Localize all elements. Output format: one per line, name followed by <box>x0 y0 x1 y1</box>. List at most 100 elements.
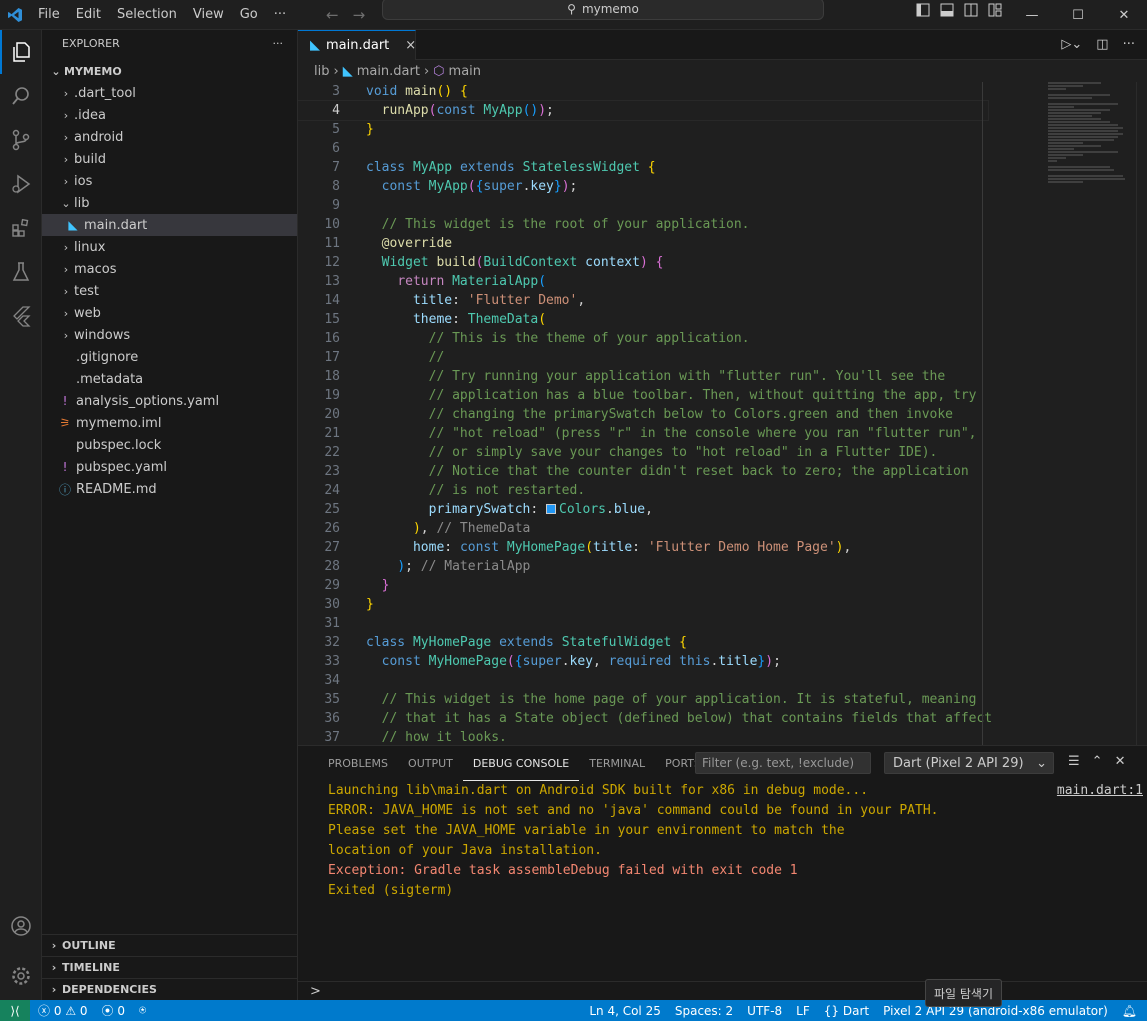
remote-icon[interactable]: ⟩⟨ <box>0 1000 30 1021</box>
folder-item[interactable]: › ios <box>42 170 297 192</box>
minimap[interactable] <box>1048 82 1136 322</box>
file-item[interactable]: ◣ main.dart <box>42 214 297 236</box>
folder-item[interactable]: › android <box>42 126 297 148</box>
source-link[interactable]: main.dart:1 <box>1057 783 1143 798</box>
close-window-icon[interactable]: ✕ <box>1101 0 1147 30</box>
maximize-icon[interactable]: ☐ <box>1055 0 1101 30</box>
folder-item[interactable]: › build <box>42 148 297 170</box>
debug-session-select[interactable]: Dart (Pixel 2 API 29) ⌄ <box>884 752 1054 774</box>
tab-problems[interactable]: PROBLEMS <box>318 746 398 781</box>
window-controls: — ☐ ✕ <box>1009 0 1147 30</box>
flutter-icon[interactable] <box>0 294 42 338</box>
folder-item[interactable]: › .dart_tool <box>42 82 297 104</box>
code-text: // This widget is the home page of your … <box>381 692 977 707</box>
dependencies-label: DEPENDENCIES <box>62 983 157 996</box>
explorer-icon[interactable] <box>0 30 42 74</box>
menu-view[interactable]: View <box>185 0 232 30</box>
file-item[interactable]: ! analysis_options.yaml <box>42 390 297 412</box>
folder-item[interactable]: › web <box>42 302 297 324</box>
forward-arrow-icon[interactable]: → <box>353 6 366 24</box>
toggle-panel-icon[interactable] <box>940 3 954 17</box>
command-center[interactable]: ⚲ mymemo <box>382 0 824 20</box>
console-filter-input[interactable]: Filter (e.g. text, !exclude) <box>695 752 871 774</box>
minimap-line <box>1048 148 1075 150</box>
file-item[interactable]: ! pubspec.yaml <box>42 456 297 478</box>
file-item[interactable]: pubspec.lock <box>42 434 297 456</box>
outline-section[interactable]: › OUTLINE <box>42 934 298 956</box>
ports-status[interactable]: ⦿ 0 <box>102 1002 125 1019</box>
folder-item[interactable]: › macos <box>42 258 297 280</box>
folder-item[interactable]: › .idea <box>42 104 297 126</box>
file-item[interactable]: ⚞ mymemo.iml <box>42 412 297 434</box>
console-line: Launching lib\main.dart on Android SDK b… <box>328 783 869 798</box>
search-view-icon[interactable] <box>0 74 42 118</box>
file-item[interactable]: .gitignore <box>42 346 297 368</box>
source-control-icon[interactable] <box>0 118 42 162</box>
extensions-icon[interactable] <box>0 206 42 250</box>
line-number: 22 <box>324 445 340 460</box>
breadcrumb-lib[interactable]: lib <box>314 64 329 79</box>
folder-item[interactable]: ⌄ lib <box>42 192 297 214</box>
toggle-sidebar-icon[interactable] <box>916 3 930 17</box>
code-text: title: 'Flutter Demo', <box>412 293 586 308</box>
cursor-position[interactable]: Ln 4, Col 25 <box>589 1004 661 1018</box>
toggle-secondary-sidebar-icon[interactable] <box>964 3 978 17</box>
tab-output[interactable]: OUTPUT <box>398 746 463 781</box>
menu-selection[interactable]: Selection <box>109 0 185 30</box>
code-line: 14 title: 'Flutter Demo', <box>298 291 988 310</box>
minimize-icon[interactable]: — <box>1009 0 1055 30</box>
tab-main-dart[interactable]: ◣ main.dart × <box>298 30 416 60</box>
clear-console-icon[interactable]: ☰ <box>1068 754 1080 769</box>
timeline-label: TIMELINE <box>62 961 120 974</box>
more-actions-icon[interactable]: ··· <box>1123 37 1135 52</box>
breadcrumb-file[interactable]: main.dart <box>357 64 420 79</box>
end-of-line[interactable]: LF <box>796 1004 810 1018</box>
editor-scrollbar[interactable] <box>1136 82 1147 745</box>
menu-more[interactable]: ··· <box>266 0 294 30</box>
tab-terminal[interactable]: TERMINAL <box>579 746 655 781</box>
code-text: // This is the theme of your application… <box>428 331 750 346</box>
file-item[interactable]: ⓘ README.md <box>42 478 297 500</box>
split-editor-icon[interactable]: ◫ <box>1096 37 1108 52</box>
testing-icon[interactable] <box>0 250 42 294</box>
folder-item[interactable]: › windows <box>42 324 297 346</box>
code-line: 18 // Try running your application with … <box>298 367 988 386</box>
breadcrumb-symbol[interactable]: main <box>449 64 481 79</box>
accounts-icon[interactable] <box>0 904 42 948</box>
method-icon: ⬡ <box>433 63 445 79</box>
customize-layout-icon[interactable] <box>988 3 1002 17</box>
close-panel-icon[interactable]: ✕ <box>1115 754 1126 769</box>
dependencies-section[interactable]: › DEPENDENCIES <box>42 978 298 1000</box>
notifications-icon[interactable]: 🔔︎ <box>1122 1004 1137 1018</box>
back-arrow-icon[interactable]: ← <box>326 6 339 24</box>
menu-file[interactable]: File <box>30 0 68 30</box>
tree-item-label: .dart_tool <box>74 85 136 101</box>
code-editor[interactable]: 3 void main() {4 runApp(const MyApp()); 5}… <box>298 82 1147 745</box>
minimap-line <box>1048 88 1066 90</box>
problems-status[interactable]: ⓧ 0 ⚠ 0 <box>38 1002 88 1019</box>
workspace-root[interactable]: ⌄ MYMEMO <box>42 60 297 82</box>
console-line: Please set the JAVA_HOME variable in you… <box>328 823 845 838</box>
timeline-section[interactable]: › TIMELINE <box>42 956 298 978</box>
language-mode[interactable]: {} Dart <box>824 1004 869 1018</box>
menu-edit[interactable]: Edit <box>68 0 109 30</box>
folder-item[interactable]: › test <box>42 280 297 302</box>
tab-debug-console[interactable]: DEBUG CONSOLE <box>462 746 580 781</box>
run-icon[interactable]: ▷⌄ <box>1061 37 1082 52</box>
maximize-panel-icon[interactable]: ⌃ <box>1092 754 1103 769</box>
console-input[interactable]: > <box>298 981 1147 1001</box>
chevron-right-icon: › <box>423 63 430 79</box>
menu-go[interactable]: Go <box>232 0 266 30</box>
file-item[interactable]: .metadata <box>42 368 297 390</box>
close-tab-icon[interactable]: × <box>405 38 416 53</box>
line-number: 20 <box>324 407 340 422</box>
run-debug-icon[interactable] <box>0 162 42 206</box>
debug-launch-icon[interactable]: ⍟ <box>139 1003 146 1018</box>
explorer-more-icon[interactable]: ··· <box>273 37 284 50</box>
indentation[interactable]: Spaces: 2 <box>675 1004 733 1018</box>
encoding[interactable]: UTF-8 <box>747 1004 782 1018</box>
code-line: 12 Widget build(BuildContext context) { <box>298 253 988 272</box>
line-number: 29 <box>324 578 340 593</box>
settings-gear-icon[interactable] <box>0 954 42 998</box>
folder-item[interactable]: › linux <box>42 236 297 258</box>
